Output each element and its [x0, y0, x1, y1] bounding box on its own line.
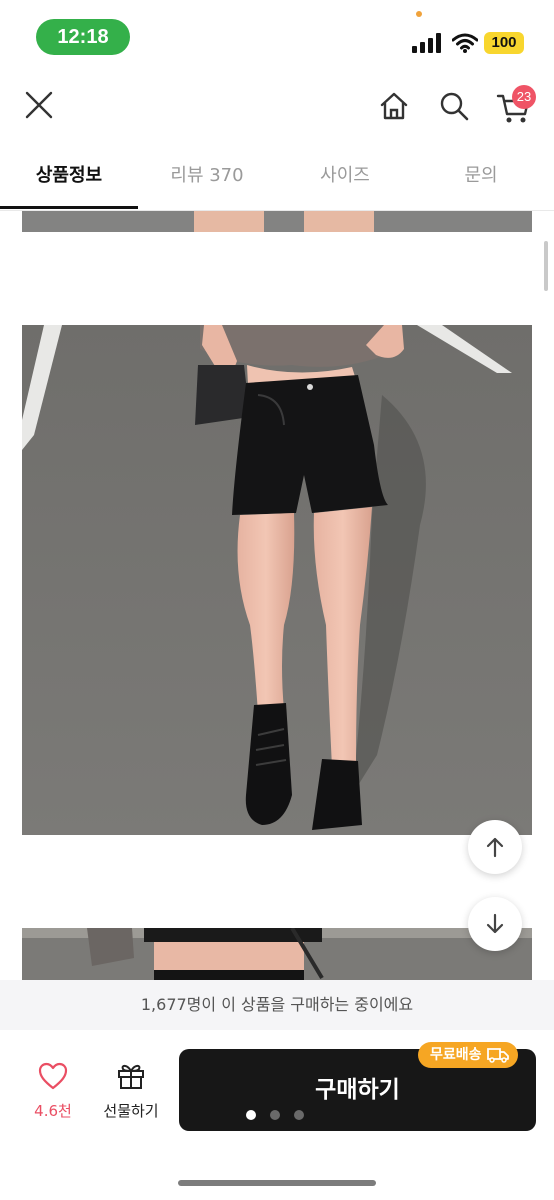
- status-time: 12:18: [36, 19, 130, 55]
- page-dot: [270, 1110, 280, 1120]
- privacy-indicator-dot: [416, 11, 422, 17]
- free-shipping-label: 무료배송: [430, 1047, 482, 1063]
- tab-reviews[interactable]: 리뷰 370: [138, 150, 276, 210]
- signal-icon: [412, 33, 441, 53]
- page-dot: [294, 1110, 304, 1120]
- heart-icon: [38, 1062, 68, 1090]
- tab-size[interactable]: 사이즈: [276, 150, 414, 210]
- home-indicator[interactable]: [178, 1180, 376, 1186]
- tab-product-info[interactable]: 상품정보: [0, 150, 138, 210]
- search-icon[interactable]: [438, 90, 470, 122]
- scrollbar[interactable]: [544, 241, 548, 291]
- battery-indicator: 100: [484, 32, 524, 54]
- cart-count-badge: 23: [512, 85, 536, 109]
- close-icon[interactable]: [24, 90, 54, 120]
- gift-button[interactable]: 선물하기: [96, 1062, 166, 1121]
- product-tabs: 상품정보 리뷰 370 사이즈 문의: [0, 150, 554, 211]
- purchase-activity-banner: 1,677명이 이 상품을 구매하는 중이에요: [0, 980, 554, 1030]
- gift-label: 선물하기: [103, 1102, 159, 1120]
- home-icon[interactable]: [378, 90, 410, 122]
- active-tab-indicator: [0, 206, 138, 209]
- scroll-to-bottom-button[interactable]: [468, 897, 522, 951]
- product-photo-main: [22, 325, 532, 835]
- bottom-action-bar: 4.6천 선물하기 구매하기 무료배송: [0, 1030, 554, 1200]
- arrow-up-icon: [486, 837, 504, 858]
- scroll-to-top-button[interactable]: [468, 820, 522, 874]
- gift-icon: [118, 1064, 144, 1089]
- arrow-down-icon: [486, 913, 504, 934]
- wifi-icon: [452, 33, 478, 53]
- page-indicator: [246, 1110, 316, 1122]
- page-dot-active: [246, 1110, 256, 1120]
- free-shipping-badge: 무료배송: [418, 1042, 518, 1068]
- status-bar: 12:18 100: [0, 0, 554, 72]
- like-count: 4.6천: [34, 1102, 72, 1120]
- tab-inquiry[interactable]: 문의: [414, 150, 548, 210]
- product-photo-partial-bottom: [22, 928, 532, 981]
- like-button[interactable]: 4.6천: [28, 1062, 78, 1121]
- top-nav: [0, 72, 554, 142]
- truck-icon: [486, 1048, 509, 1063]
- product-detail-content[interactable]: [0, 211, 554, 981]
- product-photo-partial-top: [22, 211, 532, 232]
